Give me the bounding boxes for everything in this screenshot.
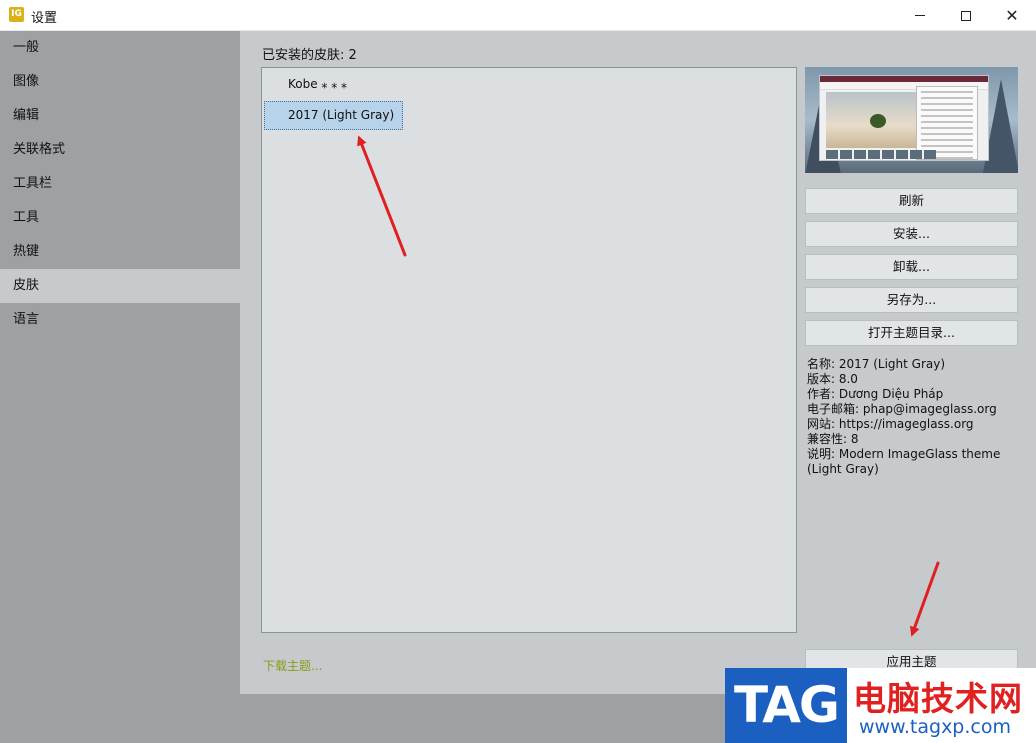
maximize-icon xyxy=(961,10,971,21)
uninstall-button[interactable]: 卸载... xyxy=(805,254,1018,280)
skin-info: 名称: 2017 (Light Gray) 版本: 8.0 作者: Dương … xyxy=(807,357,1022,477)
watermark-site-name: 电脑技术网 xyxy=(853,679,1023,718)
watermark-url: www.tagxp.com xyxy=(859,716,1011,738)
skins-panel: 已安装的皮肤: 2 Kobe ⁎ ⁎ ⁎ 2017 (Light Gray) 下… xyxy=(240,31,1036,694)
sidebar-item-toolbar[interactable]: 工具栏 xyxy=(0,167,240,201)
window-title: 设置 xyxy=(31,11,58,26)
skin-description: 说明: Modern ImageGlass theme (Light Gray) xyxy=(807,447,1001,476)
skin-website: 网站: https://imageglass.org xyxy=(807,417,974,431)
skin-list-item-selected[interactable]: 2017 (Light Gray) xyxy=(264,101,404,130)
installed-skins-label: 已安装的皮肤: 2 xyxy=(262,48,357,63)
close-button[interactable]: ✕ xyxy=(989,0,1035,31)
open-theme-folder-button[interactable]: 打开主题目录... xyxy=(805,320,1018,346)
watermark-tag-badge: TAG xyxy=(725,668,847,743)
close-icon: ✕ xyxy=(1005,5,1019,25)
sidebar-item-general[interactable]: 一般 xyxy=(0,31,240,65)
sidebar-item-image[interactable]: 图像 xyxy=(0,65,240,99)
skin-compatibility: 兼容性: 8 xyxy=(807,432,859,446)
minimize-icon xyxy=(915,15,925,16)
sidebar-item-tools[interactable]: 工具 xyxy=(0,201,240,235)
sidebar-item-skins[interactable]: 皮肤 xyxy=(0,269,240,303)
skin-list-item[interactable]: Kobe ⁎ ⁎ ⁎ xyxy=(264,70,355,99)
watermark-logo: TAG 电脑技术网 www.tagxp.com xyxy=(725,668,1036,743)
sidebar-item-file-associations[interactable]: 关联格式 xyxy=(0,133,240,167)
install-button[interactable]: 安装... xyxy=(805,221,1018,247)
skin-list[interactable]: Kobe ⁎ ⁎ ⁎ 2017 (Light Gray) xyxy=(261,67,797,633)
refresh-button[interactable]: 刷新 xyxy=(805,188,1018,214)
sidebar-item-hotkeys[interactable]: 热键 xyxy=(0,235,240,269)
skin-author: 作者: Dương Diệu Pháp xyxy=(807,387,944,401)
skin-email: 电子邮箱: phap@imageglass.org xyxy=(807,402,997,416)
skin-version: 版本: 8.0 xyxy=(807,372,858,386)
title-bar: IG 设置 ✕ xyxy=(0,0,1036,31)
maximize-button[interactable] xyxy=(943,0,989,31)
skin-preview-image xyxy=(805,67,1018,173)
skin-name: 名称: 2017 (Light Gray) xyxy=(807,357,946,371)
save-as-button[interactable]: 另存为... xyxy=(805,287,1018,313)
minimize-button[interactable] xyxy=(897,0,943,31)
download-themes-link[interactable]: 下载主题... xyxy=(263,657,322,674)
sidebar-item-language[interactable]: 语言 xyxy=(0,303,240,337)
settings-sidebar: 一般 图像 编辑 关联格式 工具栏 工具 热键 皮肤 语言 xyxy=(0,31,240,743)
imageglass-app-icon: IG xyxy=(9,7,24,22)
sidebar-item-edit[interactable]: 编辑 xyxy=(0,99,240,133)
